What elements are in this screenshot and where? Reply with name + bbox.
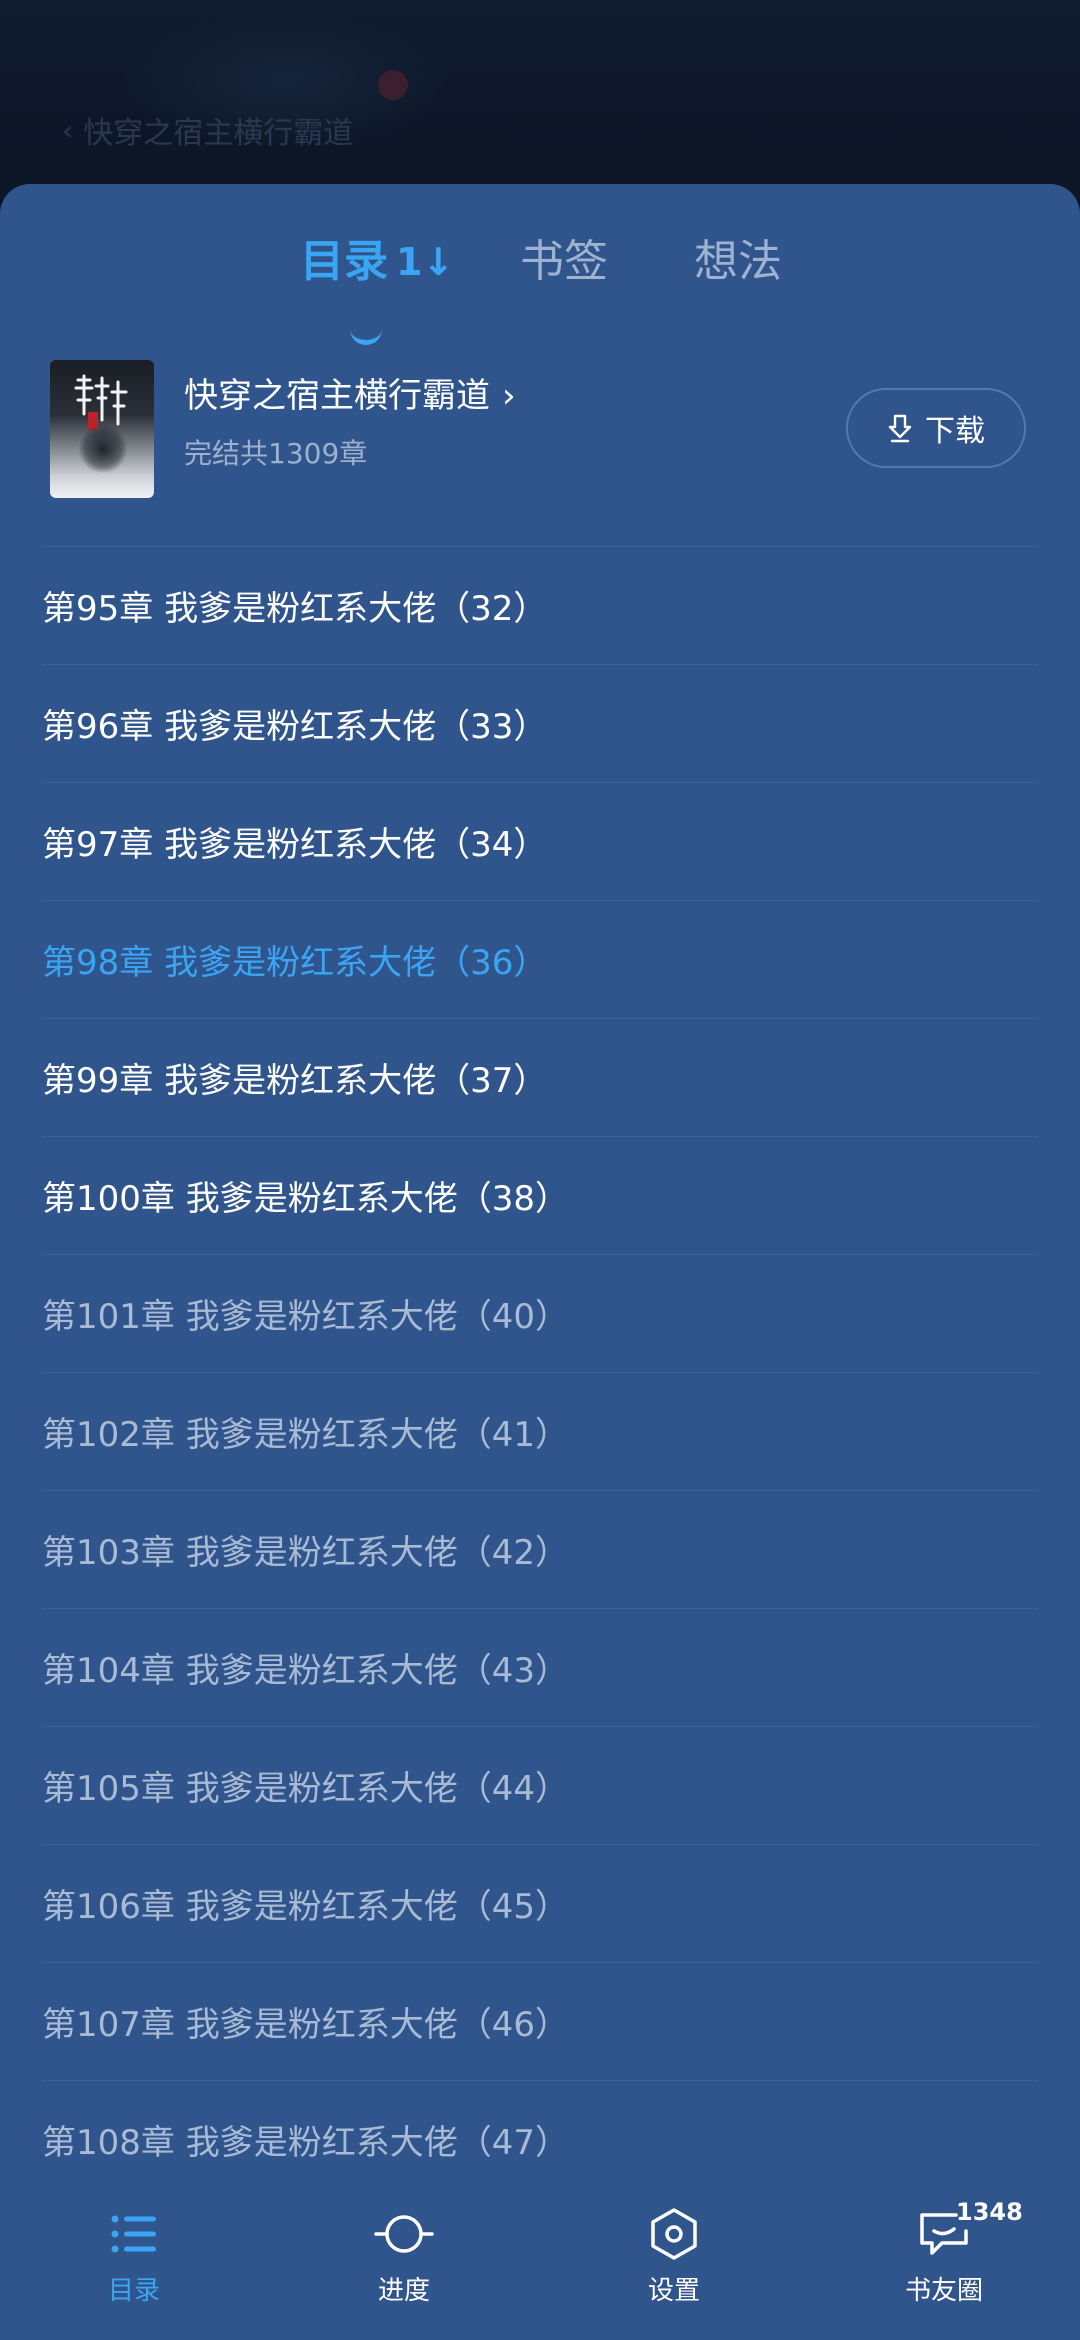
chapter-item-current[interactable]: 第98章 我爹是粉红系大佬（36） — [42, 900, 1038, 1018]
chapter-item[interactable]: 第97章 我爹是粉红系大佬（34） — [42, 782, 1038, 900]
book-cover-smoke — [78, 424, 128, 474]
chapter-item[interactable]: 第105章 我爹是粉红系大佬（44） — [42, 1726, 1038, 1844]
chapter-item[interactable]: 第100章 我爹是粉红系大佬（38） — [42, 1136, 1038, 1254]
chapter-item[interactable]: 第95章 我爹是粉红系大佬（32） — [42, 546, 1038, 664]
chapter-item[interactable]: 第104章 我爹是粉红系大佬（43） — [42, 1608, 1038, 1726]
bottom-nav: 目录 进度 设置 1348 书友圈 — [0, 2164, 1080, 2340]
sort-icon[interactable]: 1↓ — [396, 240, 454, 284]
background-back-label: 快穿之宿主横行霸道 — [83, 116, 354, 151]
book-cover[interactable] — [50, 360, 154, 498]
nav-book-circle-label: 书友圈 — [904, 2276, 983, 2306]
nav-progress-label: 进度 — [377, 2276, 430, 2306]
chapter-item[interactable]: 第99章 我爹是粉红系大佬（37） — [42, 1018, 1038, 1136]
chapter-item[interactable]: 第103章 我爹是粉红系大佬（42） — [42, 1490, 1038, 1608]
nav-settings[interactable]: 设置 — [574, 2204, 774, 2306]
download-icon — [888, 414, 912, 443]
book-status: 完结共1309章 — [184, 437, 368, 470]
download-button[interactable]: 下载 — [846, 388, 1026, 468]
tab-ideas[interactable]: 想法 — [694, 224, 782, 300]
nav-catalog-label: 目录 — [107, 2276, 160, 2306]
book-title: 快穿之宿主横行霸道 — [184, 376, 490, 416]
nav-book-circle[interactable]: 1348 书友圈 — [844, 2198, 1044, 2306]
tab-catalog[interactable]: 目录 — [300, 224, 388, 300]
chevron-left-icon: ‹ — [62, 113, 74, 147]
hexagon-settings-icon — [647, 2204, 701, 2264]
chapter-item[interactable]: 第101章 我爹是粉红系大佬（40） — [42, 1254, 1038, 1372]
chevron-right-icon: › — [502, 376, 516, 416]
chapter-item[interactable]: 第107章 我爹是粉红系大佬（46） — [42, 1962, 1038, 2080]
book-title-link[interactable]: 快穿之宿主横行霸道 › — [184, 374, 516, 418]
tab-bookmark[interactable]: 书签 — [520, 224, 608, 300]
nav-progress[interactable]: 进度 — [304, 2204, 504, 2306]
progress-circle-icon — [374, 2204, 434, 2264]
background-art-dot — [378, 70, 408, 100]
nav-settings-label: 设置 — [647, 2276, 700, 2306]
nav-catalog[interactable]: 目录 — [34, 2204, 234, 2306]
chapter-list: 第95章 我爹是粉红系大佬（32） 第96章 我爹是粉红系大佬（33） 第97章 我… — [0, 546, 1080, 2198]
catalog-sheet: 目录 1↓ 书签 想法 快穿之宿主横行霸道 › 完结共1309章 下载 第95章… — [0, 184, 1080, 2340]
nav-book-circle-badge: 1348 — [956, 2198, 1023, 2226]
chapter-item[interactable]: 第96章 我爹是粉红系大佬（33） — [42, 664, 1038, 782]
list-icon — [111, 2204, 157, 2264]
tab-bar: 目录 1↓ 书签 想法 — [0, 224, 1080, 345]
chapter-item[interactable]: 第102章 我爹是粉红系大佬（41） — [42, 1372, 1038, 1490]
download-label: 下载 — [925, 414, 985, 449]
chapter-item[interactable]: 第106章 我爹是粉红系大佬（45） — [42, 1844, 1038, 1962]
tab-active-indicator — [350, 328, 382, 345]
background-back-button: ‹ 快穿之宿主横行霸道 — [62, 108, 353, 152]
